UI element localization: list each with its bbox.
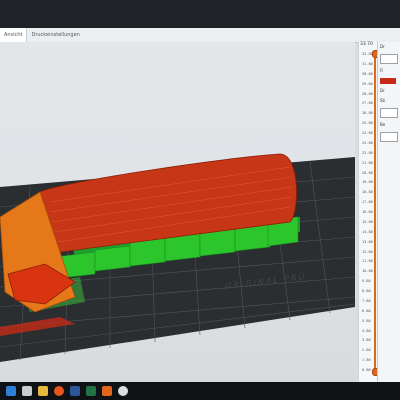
layer-tick-label: 5.80 <box>362 318 371 323</box>
layer-tick-label: 31.80 <box>362 61 373 66</box>
folder-icon[interactable] <box>38 386 48 396</box>
layer-tick-label: 6.80 <box>362 308 371 313</box>
firefox-icon[interactable] <box>54 386 64 396</box>
layer-tick-label: 27.80 <box>362 101 373 106</box>
layer-tick-label: 25.80 <box>362 121 373 126</box>
word-icon[interactable] <box>70 386 80 396</box>
layer-top-value: 33.70 <box>360 42 373 47</box>
layer-tick-label: 12.80 <box>362 249 373 254</box>
layer-tick-label: 11.80 <box>362 259 373 264</box>
preview-scene <box>0 153 356 362</box>
3d-viewport[interactable]: ORIGINAL PRU <box>0 42 356 382</box>
layer-tick-label: 24.80 <box>362 131 373 135</box>
sidebar-label-print: Dr <box>380 88 385 93</box>
layer-tick-label: 1.80 <box>362 358 371 363</box>
tab-view[interactable]: Ansicht <box>0 28 28 42</box>
chrome-icon[interactable] <box>118 386 128 396</box>
layer-ticks: 32.80 31.80 30.80 29.80 28.80 27.80 26.80 25.80… <box>362 52 373 372</box>
settings-sidebar: Dr Fi Dr Sti Be <box>377 42 400 382</box>
layer-tick-label: 29.80 <box>362 81 373 86</box>
prusa-icon[interactable] <box>102 386 112 396</box>
layer-tick-label: 19.80 <box>362 180 373 185</box>
layer-tick-label: 0.80 <box>362 368 371 372</box>
layer-tick-label: 23.80 <box>362 140 373 145</box>
taskbar <box>0 382 400 400</box>
layer-tick-label: 3.80 <box>362 338 371 343</box>
layer-tick-label: 9.80 <box>362 279 371 284</box>
filament-color-swatch[interactable] <box>380 78 396 84</box>
screen: Ansicht Druckeinstellungen ORIGINAL PRU … <box>0 28 400 382</box>
layer-tick-label: 7.80 <box>362 298 371 303</box>
printer-select[interactable] <box>380 54 398 64</box>
sidebar-label-support: Sti <box>380 98 386 103</box>
sidebar-label-printer: Dr <box>380 44 385 49</box>
search-icon[interactable] <box>22 386 32 396</box>
layer-tick-label: 30.80 <box>362 71 373 76</box>
layer-tick-label: 26.80 <box>362 111 373 116</box>
support-select[interactable] <box>380 108 398 118</box>
layer-slider[interactable]: 33.70 32.80 31.80 30.80 29.80 28.80 27.80 26.8… <box>358 42 380 382</box>
slider-track[interactable] <box>374 52 376 372</box>
layer-tick-label: 8.80 <box>362 289 371 293</box>
tab-bar: Ansicht Druckeinstellungen <box>0 28 400 43</box>
layer-tick-label: 17.80 <box>362 200 373 205</box>
sidebar-label-brim: Be <box>380 122 386 127</box>
layer-tick-label: 20.80 <box>362 170 373 175</box>
layer-tick-label: 18.80 <box>362 190 373 195</box>
layer-tick-label: 14.80 <box>362 229 373 234</box>
layer-tick-label: 10.80 <box>362 269 373 274</box>
layer-tick-label: 4.80 <box>362 328 371 333</box>
layer-tick-label: 21.80 <box>362 160 373 165</box>
layer-tick-label: 15.80 <box>362 219 373 224</box>
windows-icon[interactable] <box>6 386 16 396</box>
tab-print-settings[interactable]: Druckeinstellungen <box>27 28 83 42</box>
layer-tick-label: 16.80 <box>362 210 373 214</box>
excel-icon[interactable] <box>86 386 96 396</box>
layer-tick-label: 22.80 <box>362 150 373 155</box>
brim-checkbox[interactable] <box>380 132 398 142</box>
layer-tick-label: 2.80 <box>362 348 371 353</box>
sidebar-label-filament: Fi <box>380 68 384 73</box>
layer-tick-label: 28.80 <box>362 91 373 96</box>
layer-tick-label: 13.80 <box>362 239 373 244</box>
